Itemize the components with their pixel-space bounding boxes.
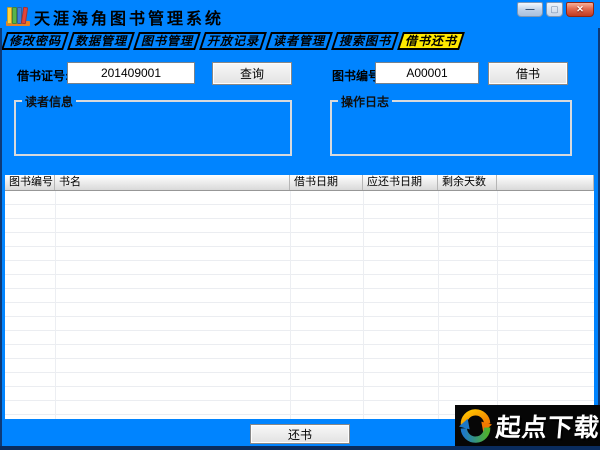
refresh-arrows-icon [458, 409, 493, 443]
table-header: 图书编号 书名 借书日期 应还书日期 剩余天数 [5, 175, 594, 191]
tab-label: 图书管理 [140, 34, 193, 48]
column-divider [55, 191, 56, 419]
tab-borrow-return[interactable]: 借书还书 [397, 32, 465, 50]
tab-label: 搜索图书 [338, 34, 391, 48]
card-number-label: 借书证号: [17, 69, 69, 83]
window-border-left [0, 28, 2, 450]
column-divider [363, 191, 364, 419]
tab-reader-management[interactable]: 读者管理 [265, 32, 333, 50]
col-days-left[interactable]: 剩余天数 [438, 175, 497, 190]
col-borrow-date[interactable]: 借书日期 [290, 175, 363, 190]
title-bar: 天涯海角图书管理系统 — ▢ ✕ [0, 0, 600, 30]
tab-label: 修改密码 [8, 34, 61, 48]
query-button[interactable]: 查询 [212, 62, 292, 85]
window-border-bottom [0, 446, 600, 450]
book-number-input[interactable] [375, 62, 479, 84]
minimize-button[interactable]: — [517, 2, 543, 17]
close-button[interactable]: ✕ [566, 2, 594, 17]
window-controls: — ▢ ✕ [517, 2, 594, 17]
tab-label: 借书还书 [404, 34, 457, 48]
card-number-input[interactable] [67, 62, 195, 84]
borrowed-books-table: 图书编号 书名 借书日期 应还书日期 剩余天数 [5, 175, 594, 419]
app-window: 天涯海角图书管理系统 — ▢ ✕ 修改密码 数据管理 图书管理 开放记录 读者管… [0, 0, 600, 450]
column-divider [497, 191, 498, 419]
download-watermark: 起点下载 [455, 405, 600, 446]
maximize-icon: ▢ [550, 4, 559, 14]
return-book-button[interactable]: 还书 [250, 424, 350, 444]
borrow-button[interactable]: 借书 [488, 62, 568, 85]
tab-label: 数据管理 [74, 34, 127, 48]
tab-data-management[interactable]: 数据管理 [67, 32, 135, 50]
table-body [5, 191, 594, 419]
watermark-text: 起点下载 [494, 413, 600, 442]
tab-book-management[interactable]: 图书管理 [133, 32, 201, 50]
window-title: 天涯海角图书管理系统 [34, 11, 225, 28]
reader-info-group-title: 读者信息 [22, 93, 77, 110]
tab-search-books[interactable]: 搜索图书 [331, 32, 399, 50]
tab-label: 读者管理 [272, 34, 325, 48]
tab-open-records[interactable]: 开放记录 [199, 32, 267, 50]
col-book-id[interactable]: 图书编号 [5, 175, 55, 190]
operation-log-groupbox: 操作日志 [330, 93, 572, 156]
tab-label: 开放记录 [206, 34, 259, 48]
tab-change-password[interactable]: 修改密码 [1, 32, 69, 50]
books-icon [6, 3, 30, 27]
col-book-title[interactable]: 书名 [55, 175, 290, 190]
close-icon: ✕ [576, 4, 584, 14]
minimize-icon: — [525, 4, 535, 14]
maximize-button[interactable]: ▢ [546, 2, 563, 17]
column-divider [438, 191, 439, 419]
col-due-date[interactable]: 应还书日期 [363, 175, 438, 190]
column-divider [290, 191, 291, 419]
reader-info-groupbox: 读者信息 [14, 93, 292, 156]
col-empty[interactable] [497, 175, 594, 190]
operation-log-group-title: 操作日志 [338, 93, 393, 110]
